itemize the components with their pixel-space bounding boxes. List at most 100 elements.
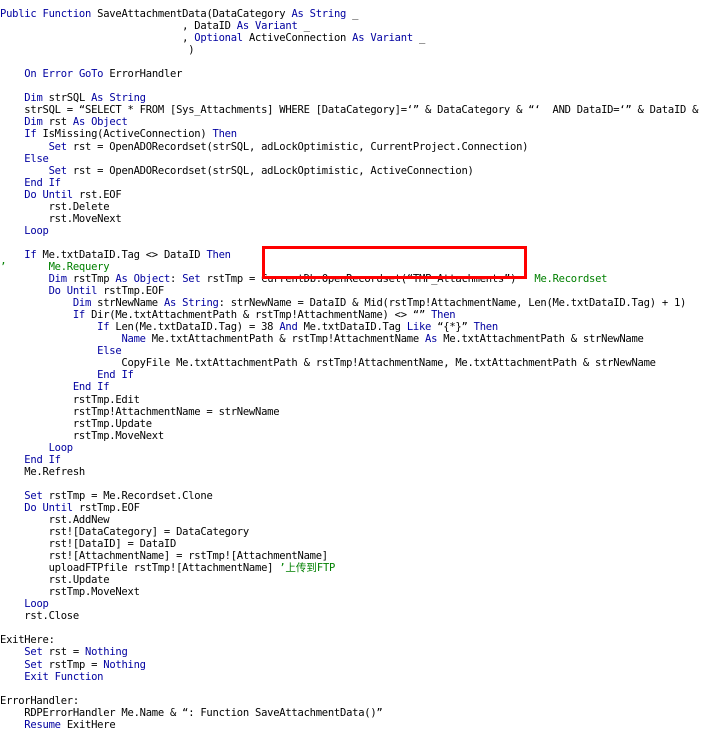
code-token: : bbox=[170, 273, 183, 286]
code-line: Name Me.txtAttachmentPath & rstTmp!Attac… bbox=[0, 333, 703, 345]
code-token: If bbox=[97, 321, 116, 334]
code-token: , bbox=[0, 32, 195, 45]
code-token: As bbox=[425, 333, 444, 346]
code-line: Loop bbox=[0, 442, 703, 454]
code-token: Dim bbox=[24, 92, 49, 105]
code-token: IsMissing(ActiveConnection) bbox=[42, 128, 213, 141]
code-token: rstTmp.Update bbox=[0, 417, 152, 430]
code-line: , DataID As Variant _ bbox=[0, 20, 703, 32]
code-line: ErrorHandler: bbox=[0, 695, 703, 707]
code-line: End If bbox=[0, 177, 703, 189]
code-editor-pane[interactable]: Public Function SaveAttachmentData(DataC… bbox=[0, 0, 703, 731]
code-token: rst = OpenADORecordset(strSQL, adLockOpt… bbox=[72, 164, 474, 177]
code-line: rst![AttachmentName] = rstTmp![Attachmen… bbox=[0, 550, 703, 562]
code-token: Me.txtAttachmentPath & rstTmp!Attachment… bbox=[151, 333, 426, 346]
code-line: rst![DataID] = DataID bbox=[0, 538, 703, 550]
code-token: Then bbox=[212, 128, 238, 141]
code-token: Resume bbox=[24, 718, 67, 731]
code-line: Do Until rstTmp.EOF bbox=[0, 285, 703, 297]
code-token: ’ Me.Recordset bbox=[522, 273, 608, 286]
code-line: Do Until rstTmp.EOF bbox=[0, 502, 703, 514]
code-token: rst![AttachmentName] = rstTmp![Attachmen… bbox=[0, 550, 329, 563]
code-token: ErrorHandler bbox=[109, 68, 183, 81]
code-line: Loop bbox=[0, 598, 703, 610]
code-token: 上传到 bbox=[285, 562, 317, 575]
code-token: rstTmp.EOF bbox=[103, 285, 164, 298]
code-token: As Object bbox=[72, 116, 128, 129]
code-token: And bbox=[279, 321, 304, 334]
code-token: rst bbox=[48, 116, 73, 129]
code-line: rstTmp.MoveNext bbox=[0, 586, 703, 598]
code-line: rstTmp.Edit bbox=[0, 394, 703, 406]
code-token: SaveAttachmentData(DataCategory bbox=[97, 8, 292, 20]
code-token: If bbox=[72, 309, 92, 322]
code-token: ExitHere: bbox=[0, 634, 55, 647]
code-token: RDPErrorHandler Me.Name & “: Function Sa… bbox=[0, 706, 383, 719]
code-token: End If bbox=[24, 176, 61, 189]
code-token: Then bbox=[206, 248, 231, 261]
code-token: Set bbox=[182, 273, 207, 286]
code-token: End If bbox=[97, 369, 134, 382]
code-token: Dim bbox=[72, 297, 98, 310]
code-token: Len(Me.txtDataID.Tag) = 38 bbox=[115, 321, 280, 334]
code-token: Then bbox=[431, 309, 456, 322]
code-token: “{*}” bbox=[437, 321, 474, 334]
code-line: rst.AddNew bbox=[0, 514, 703, 526]
code-line: Dim strSQL As String bbox=[0, 92, 703, 104]
code-listing[interactable]: Public Function SaveAttachmentData(DataC… bbox=[0, 8, 703, 731]
code-line: Else bbox=[0, 153, 703, 165]
code-token: As String bbox=[91, 92, 146, 105]
code-token: Dim bbox=[48, 273, 73, 286]
code-line: rstTmp.Update bbox=[0, 418, 703, 430]
code-line: strSQL = “SELECT * FROM [Sys_Attachments… bbox=[0, 104, 703, 116]
code-line: Dim strNewName As String: strNewName = D… bbox=[0, 297, 703, 309]
code-line: ) bbox=[0, 44, 703, 56]
code-line: Dim rst As Object bbox=[0, 116, 703, 128]
code-token: As Variant bbox=[352, 32, 419, 45]
code-token: Loop bbox=[24, 598, 49, 611]
code-token: ActiveConnection bbox=[248, 32, 353, 45]
code-token: On Error GoTo bbox=[24, 68, 110, 81]
code-token: strSQL bbox=[48, 92, 92, 105]
code-token: ’ bbox=[0, 260, 49, 273]
code-line: Set rst = Nothing bbox=[0, 646, 703, 658]
code-token: Dim bbox=[24, 116, 49, 129]
code-token: rstTmp.MoveNext bbox=[0, 586, 140, 599]
code-line: End If bbox=[0, 454, 703, 466]
code-token: uploadFTPfile rstTmp![AttachmentName] bbox=[0, 562, 280, 575]
code-token: As Object bbox=[115, 273, 171, 286]
code-token: Then bbox=[473, 321, 499, 334]
code-line: uploadFTPfile rstTmp![AttachmentName] ’上… bbox=[0, 562, 703, 574]
code-token: Loop bbox=[24, 224, 49, 237]
code-line: End If bbox=[0, 369, 703, 381]
code-token: Set bbox=[48, 140, 73, 153]
code-token: rstTmp.EOF bbox=[78, 501, 140, 514]
code-line: On Error GoTo ErrorHandler bbox=[0, 68, 703, 80]
code-token: Set bbox=[24, 646, 49, 659]
code-token: Set bbox=[48, 164, 73, 177]
code-token: FTP bbox=[316, 562, 336, 575]
code-token: Do Until bbox=[48, 285, 104, 298]
code-token: rstTmp = CurrentDb.OpenRecordset(“TMP_At… bbox=[206, 273, 523, 286]
code-token: rstTmp bbox=[72, 273, 116, 286]
code-token: Nothing bbox=[103, 658, 146, 671]
